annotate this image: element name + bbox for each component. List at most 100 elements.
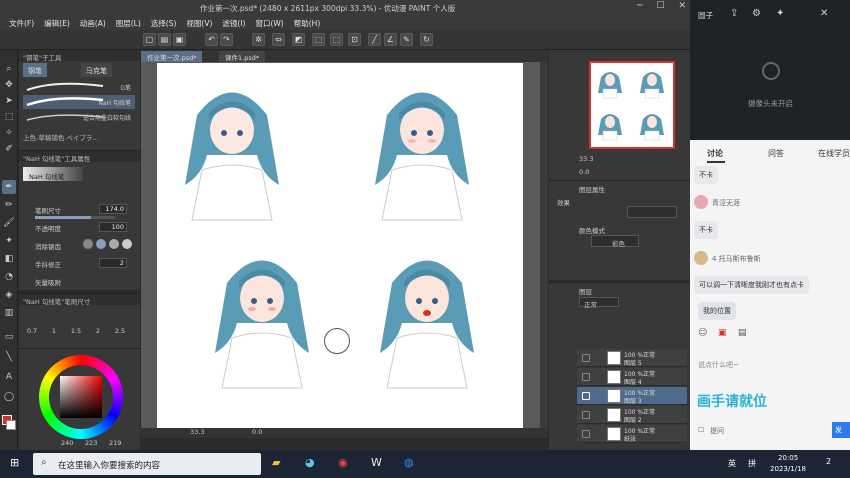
taskbar-search[interactable]: ⌕ 在这里输入你要搜索的内容 bbox=[33, 453, 261, 475]
clear-icon[interactable]: ✲ bbox=[252, 33, 265, 46]
color-mode-select[interactable]: 彩色 bbox=[591, 235, 639, 248]
eyedropper-tool-icon[interactable]: ✐ bbox=[2, 142, 16, 156]
gradient-tool-icon[interactable]: ▥ bbox=[2, 306, 16, 320]
prop-antialias[interactable]: 消除锯齿 bbox=[23, 239, 137, 251]
gift-icon[interactable]: ▣ bbox=[718, 328, 727, 338]
lasso-tool-icon[interactable]: ✧ bbox=[2, 126, 16, 140]
drawing-paper[interactable] bbox=[157, 63, 523, 428]
prop-vector-snap[interactable]: 矢量吸附 bbox=[23, 275, 137, 287]
fill-icon[interactable]: ◩ bbox=[292, 33, 305, 46]
settings-icon[interactable]: ⚙ bbox=[752, 8, 761, 19]
ask-checkbox[interactable]: ☐ bbox=[698, 426, 704, 434]
ime-english[interactable]: 英 bbox=[728, 458, 736, 469]
maximize-icon[interactable]: ☐ bbox=[656, 1, 664, 11]
share-icon[interactable]: ⇪ bbox=[730, 8, 738, 19]
chat-input[interactable]: 说点什么吧~ bbox=[698, 360, 739, 370]
selection-tool-icon[interactable]: ⬚ bbox=[2, 110, 16, 124]
size-option[interactable]: 0.7 bbox=[23, 327, 41, 335]
ruler-snap-icon[interactable]: ∠ bbox=[384, 33, 397, 46]
folder-icon[interactable]: ▤ bbox=[738, 328, 747, 338]
layer-row[interactable]: 100 %正常 图层 5 bbox=[577, 349, 687, 367]
ime-pinyin[interactable]: 拼 bbox=[748, 458, 756, 469]
saturation-square[interactable] bbox=[60, 376, 102, 418]
operation-tool-icon[interactable]: ➤ bbox=[2, 94, 16, 108]
refresh-icon[interactable]: ↻ bbox=[420, 33, 433, 46]
menu-edit[interactable]: 编辑(E) bbox=[39, 16, 75, 30]
size-option[interactable]: 2.5 bbox=[111, 327, 129, 335]
vertical-scrollbar[interactable] bbox=[540, 62, 548, 428]
pin-icon[interactable]: ✦ bbox=[776, 8, 784, 19]
figure-tool-icon[interactable]: ▭ bbox=[2, 330, 16, 344]
brush-size-slider[interactable] bbox=[35, 216, 115, 219]
transform-icon[interactable]: ⇔ bbox=[272, 33, 285, 46]
invert-selection-icon[interactable]: ⬚ bbox=[330, 33, 343, 46]
tab-discuss[interactable]: 讨论 bbox=[707, 148, 723, 159]
chrome-icon[interactable]: ◉ bbox=[338, 456, 348, 469]
close-icon[interactable]: ✕ bbox=[678, 1, 686, 11]
size-option[interactable]: 2 bbox=[89, 327, 107, 335]
tab-online[interactable]: 在线学员 bbox=[818, 148, 850, 159]
balloon-tool-icon[interactable]: ◯ bbox=[2, 390, 16, 404]
prop-stabilization[interactable]: 手抖修正 2 bbox=[23, 257, 137, 269]
open-file-icon[interactable]: ▤ bbox=[158, 33, 171, 46]
layers-tab[interactable]: 图层 bbox=[579, 286, 592, 296]
app-icon[interactable]: ◕ bbox=[305, 456, 315, 469]
brush-tool-icon[interactable]: 🖌 bbox=[2, 216, 16, 230]
prop-brush-size[interactable]: 笔刷尺寸 174.0 bbox=[23, 203, 137, 215]
deselect-icon[interactable]: ⬚ bbox=[312, 33, 325, 46]
new-file-icon[interactable]: ▢ bbox=[143, 33, 156, 46]
snap-icon[interactable]: ╱ bbox=[368, 33, 381, 46]
task-app-icon[interactable]: ◍ bbox=[404, 456, 414, 469]
fill-tool-icon[interactable]: ◈ bbox=[2, 288, 16, 302]
stroke-soft-line[interactable]: 适合用墨白软勾线 bbox=[23, 110, 135, 124]
stroke-nah-pen[interactable]: NaH 勾线笔 bbox=[23, 95, 135, 109]
menu-layer[interactable]: 图层(L) bbox=[111, 16, 146, 30]
close-panel-icon[interactable]: ✕ bbox=[820, 8, 828, 19]
location-chip[interactable]: 我的位置 bbox=[698, 302, 736, 320]
tab-qa[interactable]: 问答 bbox=[768, 148, 784, 159]
size-option[interactable]: 1.5 bbox=[67, 327, 85, 335]
size-option[interactable]: 1 bbox=[45, 327, 63, 335]
text-tool-icon[interactable]: A bbox=[2, 370, 16, 384]
menu-help[interactable]: 帮助(H) bbox=[289, 16, 326, 30]
eraser-tool-icon[interactable]: ◧ bbox=[2, 252, 16, 266]
blend-tool-icon[interactable]: ◔ bbox=[2, 270, 16, 284]
emoji-icon[interactable]: ☺ bbox=[698, 328, 707, 338]
canvas-zoom[interactable]: 33.3 bbox=[190, 428, 204, 436]
layer-row[interactable]: 100 %正常 图层 2 bbox=[577, 406, 687, 424]
navigator-zoom[interactable]: 33.3 bbox=[579, 155, 593, 163]
menu-filter[interactable]: 滤镜(I) bbox=[217, 16, 250, 30]
notification-count[interactable]: 2 bbox=[826, 457, 831, 466]
color-wheel[interactable] bbox=[39, 355, 123, 439]
pen-tool-icon[interactable]: ✒ bbox=[2, 180, 16, 194]
sub-color-swatch[interactable] bbox=[6, 420, 16, 430]
stroke-g-pen[interactable]: G笔 bbox=[23, 80, 135, 94]
windows-start-icon[interactable]: ⊞ bbox=[10, 456, 19, 469]
pen-snap-icon[interactable]: ✎ bbox=[400, 33, 413, 46]
layer-row[interactable]: 100 %正常 图层 4 bbox=[577, 368, 687, 386]
prop-opacity[interactable]: 不透明度 100 bbox=[23, 221, 137, 233]
tab-doc-2[interactable]: 课件1.psd* bbox=[219, 51, 266, 62]
undo-icon[interactable]: ↶ bbox=[205, 33, 218, 46]
menu-animation[interactable]: 动画(A) bbox=[75, 16, 111, 30]
layer-row-selected[interactable]: 100 %正常 图层 3 bbox=[577, 387, 687, 405]
airbrush-tool-icon[interactable]: ✦ bbox=[2, 234, 16, 248]
pencil-tool-icon[interactable]: ✏ bbox=[2, 198, 16, 212]
canvas-rotation[interactable]: 0.0 bbox=[252, 428, 262, 436]
ruler-tool-icon[interactable]: ╲ bbox=[2, 350, 16, 364]
stroke-draft-fill[interactable]: 上色-草稿铺色 ペイブラ... bbox=[23, 132, 99, 142]
save-icon[interactable]: ▣ bbox=[173, 33, 186, 46]
tab-marker[interactable]: 马克笔 bbox=[81, 63, 112, 77]
file-explorer-icon[interactable]: ▰ bbox=[272, 456, 280, 469]
crop-icon[interactable]: ⊡ bbox=[348, 33, 361, 46]
redo-icon[interactable]: ↷ bbox=[220, 33, 233, 46]
tab-doc-1[interactable]: 作业第一次.psd* bbox=[141, 51, 203, 62]
menu-file[interactable]: 文件(F) bbox=[4, 16, 39, 30]
navigator-thumbnail[interactable] bbox=[589, 61, 675, 149]
effect-buttons[interactable] bbox=[627, 206, 677, 218]
menu-select[interactable]: 选择(S) bbox=[146, 16, 182, 30]
send-button[interactable]: 发 bbox=[832, 422, 850, 438]
minimize-icon[interactable]: ─ bbox=[637, 1, 642, 11]
tab-pen[interactable]: 钢笔 bbox=[23, 63, 47, 77]
menu-window[interactable]: 窗口(W) bbox=[250, 16, 288, 30]
